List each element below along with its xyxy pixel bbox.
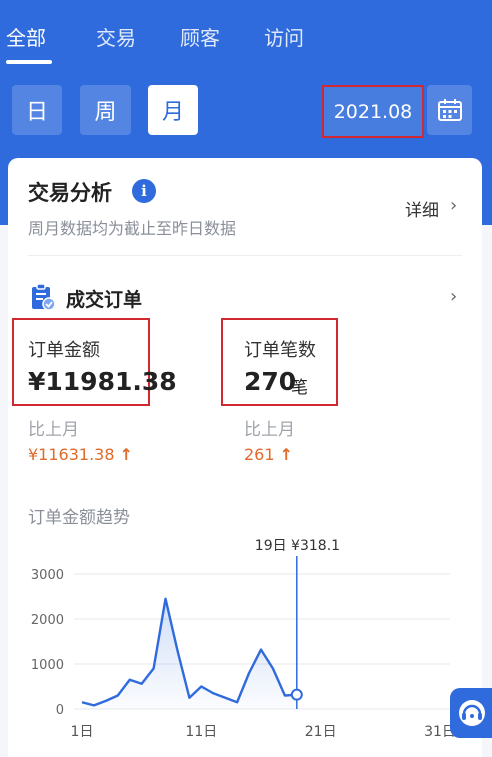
tooltip-label: 19日 ¥318.1: [255, 538, 340, 554]
x-tick-label: 21日: [305, 724, 337, 738]
chevron-right-icon[interactable]: ›: [450, 195, 457, 216]
analysis-subtitle: 周月数据均为截止至昨日数据: [28, 219, 237, 238]
order-amount-chart[interactable]: 01000200030001日 11日 21日 31日19日 ¥318.1: [8, 538, 482, 738]
y-tick-label: 3000: [31, 568, 64, 583]
x-tick-label: 1日: [71, 724, 94, 738]
y-tick-label: 2000: [31, 613, 64, 628]
arrow-up-icon: ↑: [119, 445, 134, 464]
arrow-up-icon: ↑: [279, 445, 294, 464]
order-amount-value: ¥11981.38: [28, 367, 177, 396]
compare-label: 比上月: [244, 420, 295, 440]
chevron-right-icon[interactable]: ›: [450, 286, 457, 307]
headset-icon: [459, 700, 485, 726]
y-tick-label: 0: [56, 703, 64, 718]
order-amount-label: 订单金额: [28, 340, 100, 361]
trend-title: 订单金额趋势: [28, 508, 130, 528]
period-week-button[interactable]: 周: [80, 85, 131, 135]
top-tabs: 全部 交易 顾客 访问: [0, 0, 492, 70]
tab-transactions[interactable]: 交易: [96, 22, 136, 51]
orders-title: 成交订单: [66, 289, 143, 311]
highlight-point: [290, 688, 303, 701]
active-tab-indicator: [6, 60, 52, 64]
period-month-button[interactable]: 月: [148, 85, 198, 135]
clipboard-check-icon: [32, 283, 56, 311]
analysis-card: 交易分析 i 周月数据均为截止至昨日数据 详细 › 成交订单 › 订单金额 ¥1…: [8, 158, 482, 757]
detail-link[interactable]: 详细: [405, 196, 439, 221]
calendar-icon: [437, 99, 462, 121]
date-selector[interactable]: 2021.08: [322, 85, 424, 138]
order-count-value: 270: [244, 367, 297, 396]
order-count-unit: 笔: [291, 378, 308, 398]
divider: [28, 255, 462, 256]
compare-label: 比上月: [28, 420, 79, 440]
x-tick-label: 11日: [185, 724, 217, 738]
analysis-title: 交易分析: [28, 181, 112, 205]
tab-customers[interactable]: 顾客: [180, 22, 220, 51]
calendar-button[interactable]: [427, 85, 472, 135]
period-day-button[interactable]: 日: [12, 85, 62, 135]
info-icon[interactable]: i: [132, 179, 156, 203]
customer-service-button[interactable]: [450, 688, 492, 738]
prev-count-value: 261 ↑: [244, 445, 294, 464]
tab-visits[interactable]: 访问: [264, 22, 304, 51]
prev-amount-value: ¥11631.38 ↑: [28, 445, 134, 464]
y-tick-label: 1000: [31, 658, 64, 673]
tab-all[interactable]: 全部: [6, 22, 46, 51]
order-count-label: 订单笔数: [244, 340, 316, 361]
